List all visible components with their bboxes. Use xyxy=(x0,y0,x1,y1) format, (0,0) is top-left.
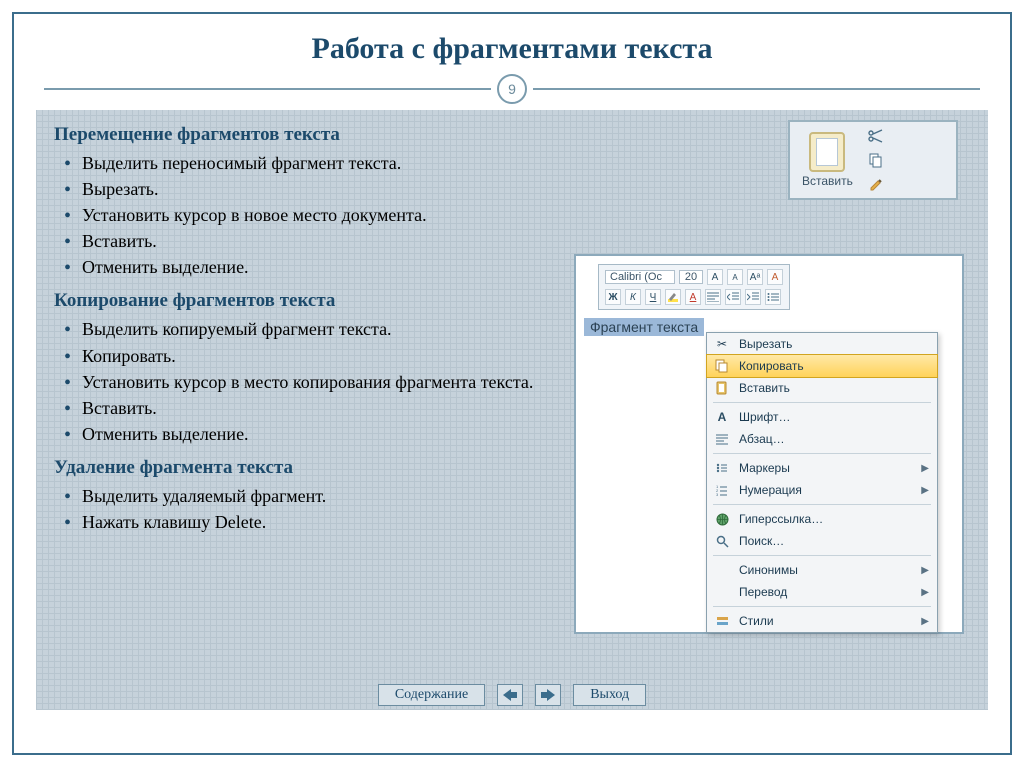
menu-label: Вырезать xyxy=(739,337,792,351)
content-area: Перемещение фрагментов текста Выделить п… xyxy=(36,110,988,710)
context-menu: ✂ Вырезать Копировать Вставить xyxy=(706,332,938,633)
menu-item-cut[interactable]: ✂ Вырезать xyxy=(707,333,937,355)
paste-column: Вставить xyxy=(802,132,853,188)
scissors-icon: ✂ xyxy=(713,336,731,352)
menu-label: Вставить xyxy=(739,381,790,395)
menu-label: Маркеры xyxy=(739,461,790,475)
list-item: Вставить. xyxy=(60,228,970,254)
clipboard-side-column xyxy=(867,127,885,193)
menu-item-numbering[interactable]: 123 Нумерация ▶ xyxy=(707,479,937,501)
numbering-icon: 123 xyxy=(713,482,731,498)
cut-icon[interactable] xyxy=(867,127,885,145)
svg-text:3: 3 xyxy=(716,492,719,496)
arrow-right-icon xyxy=(541,689,555,701)
menu-label: Абзац… xyxy=(739,432,785,446)
menu-item-paste[interactable]: Вставить xyxy=(707,377,937,399)
menu-label: Синонимы xyxy=(739,563,798,577)
exit-button[interactable]: Выход xyxy=(573,684,646,706)
globe-icon xyxy=(713,511,731,527)
menu-item-hyperlink[interactable]: Гиперссылка… xyxy=(707,508,937,530)
slide-frame: Работа с фрагментами текста 9 Перемещени… xyxy=(12,12,1012,755)
submenu-arrow-icon: ▶ xyxy=(921,565,929,576)
next-button[interactable] xyxy=(535,684,561,706)
menu-label: Нумерация xyxy=(739,483,802,497)
change-case-icon[interactable]: Aᵃ xyxy=(747,269,763,285)
menu-item-paragraph[interactable]: Абзац… xyxy=(707,428,937,450)
bold-button[interactable]: Ж xyxy=(605,289,621,305)
copy-icon xyxy=(713,358,731,374)
mini-toolbar: Calibri (Ос 20 A A Aᵃ A Ж К Ч A xyxy=(598,264,790,310)
italic-button[interactable]: К xyxy=(625,289,641,305)
menu-item-translate[interactable]: Перевод ▶ xyxy=(707,581,937,603)
slide-number-badge: 9 xyxy=(497,74,527,104)
clear-format-icon[interactable]: A xyxy=(767,269,783,285)
copy-docs-icon xyxy=(868,152,884,168)
menu-separator xyxy=(713,402,931,403)
menu-separator xyxy=(713,606,931,607)
menu-label: Стили xyxy=(739,614,774,628)
menu-item-search[interactable]: Поиск… xyxy=(707,530,937,552)
menu-label: Перевод xyxy=(739,585,787,599)
format-painter-icon[interactable] xyxy=(867,175,885,193)
outdent-icon xyxy=(727,292,739,302)
clipboard-icon xyxy=(809,132,845,172)
grow-font-icon[interactable]: A xyxy=(707,269,723,285)
indent-dec-icon[interactable] xyxy=(725,289,741,305)
menu-separator xyxy=(713,504,931,505)
submenu-arrow-icon: ▶ xyxy=(921,587,929,598)
highlighter-icon xyxy=(667,291,679,303)
menu-label: Поиск… xyxy=(739,534,784,548)
font-icon: A xyxy=(713,409,731,425)
divider-line-left xyxy=(44,88,491,90)
align-lines-icon xyxy=(707,292,719,302)
shrink-font-icon[interactable]: A xyxy=(727,269,743,285)
menu-item-styles[interactable]: Стили ▶ xyxy=(707,610,937,632)
nav-bar: Содержание Выход xyxy=(36,684,988,706)
menu-item-font[interactable]: A Шрифт… xyxy=(707,406,937,428)
brush-icon xyxy=(868,176,884,192)
menu-separator xyxy=(713,453,931,454)
prev-button[interactable] xyxy=(497,684,523,706)
contents-button[interactable]: Содержание xyxy=(378,684,485,706)
indent-inc-icon[interactable] xyxy=(745,289,761,305)
align-icon[interactable] xyxy=(705,289,721,305)
menu-item-synonyms[interactable]: Синонимы ▶ xyxy=(707,559,937,581)
underline-button[interactable]: Ч xyxy=(645,289,661,305)
menu-item-copy[interactable]: Копировать xyxy=(706,354,938,378)
paragraph-icon xyxy=(713,431,731,447)
submenu-arrow-icon: ▶ xyxy=(921,485,929,496)
copy-icon[interactable] xyxy=(867,151,885,169)
menu-label: Копировать xyxy=(739,359,804,373)
bullets-tb-icon[interactable] xyxy=(765,289,781,305)
font-name-field[interactable]: Calibri (Ос xyxy=(605,270,675,284)
word-panel: Calibri (Ос 20 A A Aᵃ A Ж К Ч A xyxy=(574,254,964,634)
menu-label: Шрифт… xyxy=(739,410,790,424)
bullet-list-icon xyxy=(767,292,779,302)
styles-icon xyxy=(713,613,731,629)
office-clipboard-group: Вставить xyxy=(788,120,958,200)
indent-icon xyxy=(747,292,759,302)
menu-separator xyxy=(713,555,931,556)
blank-icon xyxy=(713,584,731,600)
highlight-icon[interactable] xyxy=(665,289,681,305)
arrow-left-icon xyxy=(503,689,517,701)
menu-item-bullets[interactable]: Маркеры ▶ xyxy=(707,457,937,479)
submenu-arrow-icon: ▶ xyxy=(921,463,929,474)
divider: 9 xyxy=(44,74,980,104)
bullets-icon xyxy=(713,460,731,476)
font-color-icon[interactable]: A xyxy=(685,289,701,305)
blank-icon xyxy=(713,562,731,578)
search-icon xyxy=(713,533,731,549)
submenu-arrow-icon: ▶ xyxy=(921,616,929,627)
paste-label: Вставить xyxy=(802,174,853,188)
menu-label: Гиперссылка… xyxy=(739,512,823,526)
selected-text: Фрагмент текста xyxy=(584,318,704,336)
divider-line-right xyxy=(533,88,980,90)
paste-icon xyxy=(713,380,731,396)
slide-title: Работа с фрагментами текста xyxy=(14,32,1010,66)
scissors-icon xyxy=(868,128,884,144)
font-size-field[interactable]: 20 xyxy=(679,270,703,284)
list-item: Установить курсор в новое место документ… xyxy=(60,202,970,228)
